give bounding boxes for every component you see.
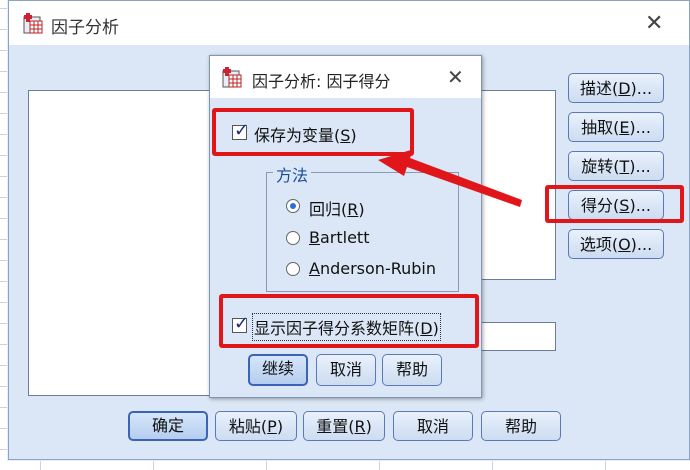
- annotation-arrow: [378, 149, 522, 207]
